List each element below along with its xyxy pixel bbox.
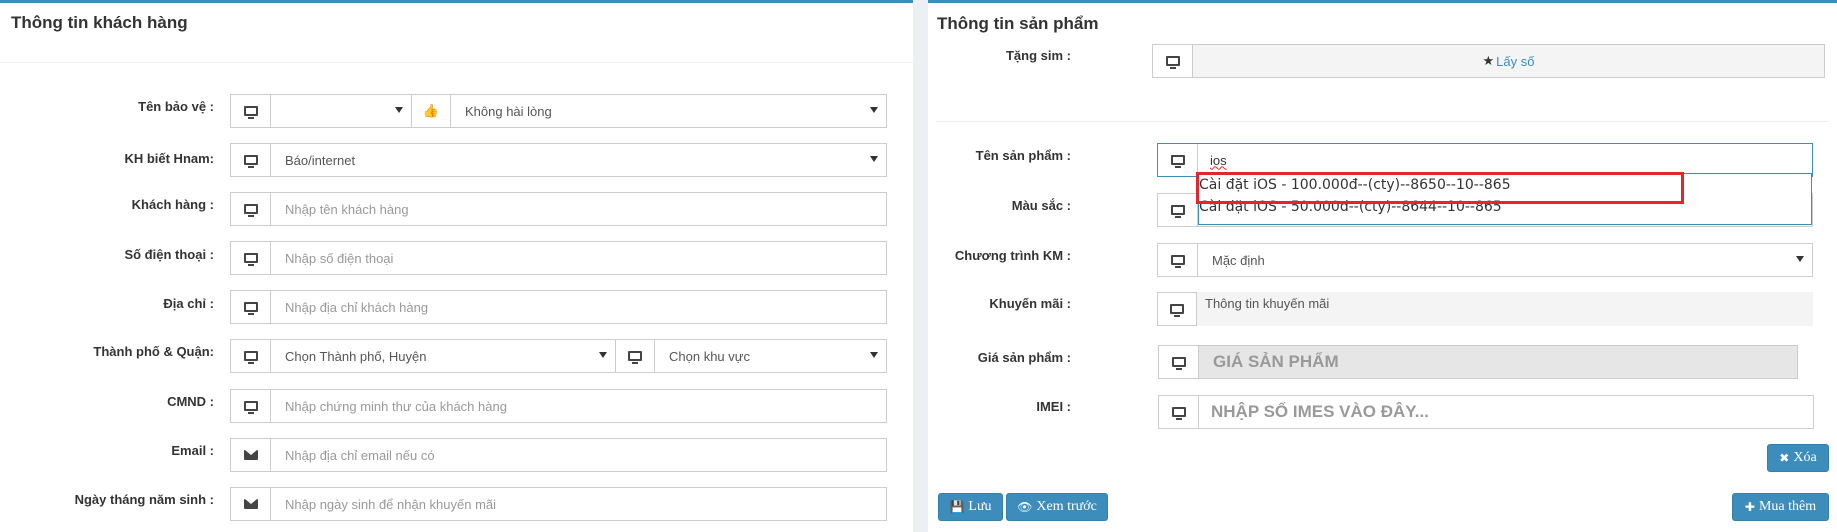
kh-biet-select[interactable]: Báo/internet	[271, 144, 886, 176]
lay-so-button[interactable]: ★ Lấy số	[1193, 45, 1824, 77]
label-ngay-sinh: Ngày tháng năm sinh :	[74, 492, 214, 507]
row-email: Email : Nhập địa chỉ email nếu có	[0, 438, 913, 472]
tang-sim-group: ★ Lấy số	[1152, 44, 1825, 78]
thanh-pho-group: Chọn Thành phố, Huyện Chọn khu vực	[230, 339, 887, 373]
row-tang-sim: Tặng sim : ★ Lấy số	[928, 44, 1837, 78]
label-imei: IMEI :	[1036, 399, 1071, 414]
monitor-icon	[1158, 244, 1198, 276]
preview-button[interactable]: 👁 Xem trước	[1006, 493, 1108, 521]
label-khuyen-mai: Khuyến mãi :	[989, 296, 1071, 311]
khach-hang-input[interactable]: Nhập tên khách hàng	[271, 193, 886, 225]
customer-panel-header: Thông tin khách hàng	[0, 3, 913, 63]
row-kh-biet: KH biết Hnam: Báo/internet	[0, 143, 913, 177]
monitor-icon	[615, 340, 655, 372]
label-gia: Giá sản phẩm :	[977, 350, 1071, 365]
khach-hang-group: Nhập tên khách hàng	[230, 192, 887, 226]
star-icon: ★	[1482, 53, 1495, 68]
cmnd-input[interactable]: Nhập chứng minh thư của khách hàng	[271, 390, 886, 422]
monitor-icon	[231, 95, 271, 127]
label-tang-sim: Tặng sim :	[1005, 48, 1071, 63]
monitor-icon	[1157, 292, 1197, 326]
kh-biet-group: Báo/internet	[230, 143, 887, 177]
ten-sp-group: ios	[1157, 143, 1813, 177]
label-khach-hang: Khách hàng :	[131, 197, 214, 212]
product-search-input[interactable]: ios	[1198, 144, 1812, 176]
monitor-icon	[231, 390, 271, 422]
monitor-icon	[1159, 346, 1199, 378]
label-thanh-pho: Thành phố & Quận:	[93, 344, 214, 359]
email-group: Nhập địa chỉ email nếu có	[230, 438, 887, 472]
divider	[936, 121, 1829, 122]
plus-icon: ✚	[1744, 500, 1755, 514]
monitor-icon	[1153, 45, 1193, 77]
monitor-icon	[1158, 194, 1198, 226]
row-thanh-pho: Thành phố & Quận: Chọn Thành phố, Huyện …	[0, 339, 913, 373]
row-khuyen-mai: Khuyến mãi : Thông tin khuyến mãi	[928, 292, 1837, 326]
product-panel: Thông tin sản phẩm Tặng sim : ★ Lấy số T…	[928, 0, 1837, 532]
monitor-icon	[231, 242, 271, 274]
sdt-group: Nhập số điện thoại	[230, 241, 887, 275]
product-suggestions-dropdown: Cài đặt iOS - 100.000đ--(cty)--8650--10-…	[1198, 173, 1812, 225]
promotion-info-input[interactable]: Thông tin khuyến mãi	[1197, 292, 1813, 326]
monitor-icon	[231, 291, 271, 323]
monitor-icon	[231, 340, 271, 372]
delete-button[interactable]: ✖ Xóa	[1767, 444, 1829, 472]
email-input[interactable]: Nhập địa chỉ email nếu có	[271, 439, 886, 471]
imei-input[interactable]: NHẬP SỐ IMES VÀO ĐÂY...	[1199, 396, 1813, 428]
label-dia-chi: Địa chỉ :	[163, 296, 214, 311]
row-gia: Giá sản phẩm : GIÁ SẢN PHẨM	[928, 345, 1837, 379]
phone-input[interactable]: Nhập số điện thoại	[271, 242, 886, 274]
label-kh-biet: KH biết Hnam:	[124, 151, 214, 166]
label-ctkm: Chương trình KM :	[954, 248, 1071, 263]
row-khach-hang: Khách hàng : Nhập tên khách hàng	[0, 192, 913, 226]
monitor-icon	[231, 144, 271, 176]
price-input[interactable]: GIÁ SẢN PHẨM	[1199, 346, 1797, 378]
label-email: Email :	[171, 443, 214, 458]
cmnd-group: Nhập chứng minh thư của khách hàng	[230, 389, 887, 423]
eye-icon: 👁	[1017, 500, 1033, 514]
monitor-icon	[231, 193, 271, 225]
khuyen-mai-group: Thông tin khuyến mãi	[1157, 292, 1813, 326]
monitor-icon	[1158, 144, 1198, 176]
dia-chi-group: Nhập địa chỉ khách hàng	[230, 290, 887, 324]
imei-group: NHẬP SỐ IMES VÀO ĐÂY...	[1158, 395, 1814, 429]
envelope-icon	[231, 488, 271, 520]
monitor-icon	[1159, 396, 1199, 428]
label-sdt: Số điện thoại :	[124, 247, 214, 262]
row-cmnd: CMND : Nhập chứng minh thư của khách hàn…	[0, 389, 913, 423]
birthday-input[interactable]: Nhập ngày sinh để nhận khuyến mãi	[271, 488, 886, 520]
ctkm-group: Mặc định	[1157, 243, 1813, 277]
ten-bao-ve-group: 👍 Không hài lòng	[230, 94, 887, 128]
label-ten-sp: Tên sản phẩm :	[975, 148, 1071, 163]
promotion-program-select[interactable]: Mặc định	[1198, 244, 1812, 276]
envelope-icon	[231, 439, 271, 471]
save-button[interactable]: 💾 Lưu	[938, 493, 1003, 521]
area-select[interactable]: Chọn khu vực	[655, 340, 886, 372]
suggestion-item[interactable]: Cài đặt iOS - 50.000đ--(cty)--8644--10--…	[1199, 196, 1811, 218]
row-ngay-sinh: Ngày tháng năm sinh : Nhập ngày sinh để …	[0, 487, 913, 521]
row-sdt: Số điện thoại : Nhập số điện thoại	[0, 241, 913, 275]
product-panel-title: Thông tin sản phẩm	[937, 14, 1099, 33]
row-ten-bao-ve: Tên bảo vệ : 👍 Không hài lòng	[0, 94, 913, 128]
rating-select[interactable]: Không hài lòng	[451, 95, 886, 127]
label-mau-sac: Màu sắc :	[1011, 198, 1071, 213]
label-ten-bao-ve: Tên bảo vệ :	[138, 99, 214, 114]
ngay-sinh-group: Nhập ngày sinh để nhận khuyến mãi	[230, 487, 887, 521]
customer-panel: Thông tin khách hàng Tên bảo vệ : 👍 Khôn…	[0, 0, 913, 532]
label-cmnd: CMND :	[167, 394, 214, 409]
address-input[interactable]: Nhập địa chỉ khách hàng	[271, 291, 886, 323]
row-imei: IMEI : NHẬP SỐ IMES VÀO ĐÂY...	[928, 395, 1837, 429]
suggestion-item[interactable]: Cài đặt iOS - 100.000đ--(cty)--8650--10-…	[1199, 174, 1811, 196]
close-icon: ✖	[1779, 451, 1790, 465]
city-select[interactable]: Chọn Thành phố, Huyện	[271, 340, 615, 372]
row-ten-sp: Tên sản phẩm : ios	[928, 143, 1837, 177]
row-ctkm: Chương trình KM : Mặc định	[928, 243, 1837, 277]
floppy-icon: 💾	[949, 500, 965, 514]
row-dia-chi: Địa chỉ : Nhập địa chỉ khách hàng	[0, 290, 913, 324]
thumbs-up-icon: 👍	[411, 95, 451, 127]
ten-bao-ve-select[interactable]	[271, 95, 411, 127]
buy-more-button[interactable]: ✚ Mua thêm	[1732, 493, 1829, 521]
customer-panel-title: Thông tin khách hàng	[11, 13, 188, 32]
gia-group: GIÁ SẢN PHẨM	[1158, 345, 1798, 379]
